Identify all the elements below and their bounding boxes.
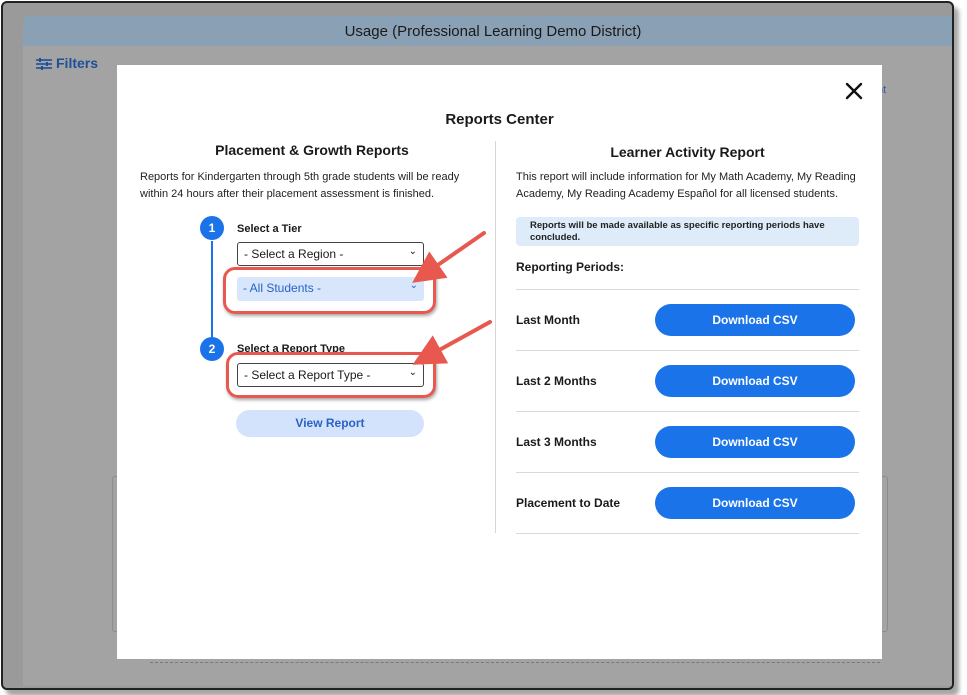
arrow-to-students (412, 231, 486, 283)
annotation-arrows (412, 231, 492, 365)
arrow-to-report-type (412, 320, 492, 365)
